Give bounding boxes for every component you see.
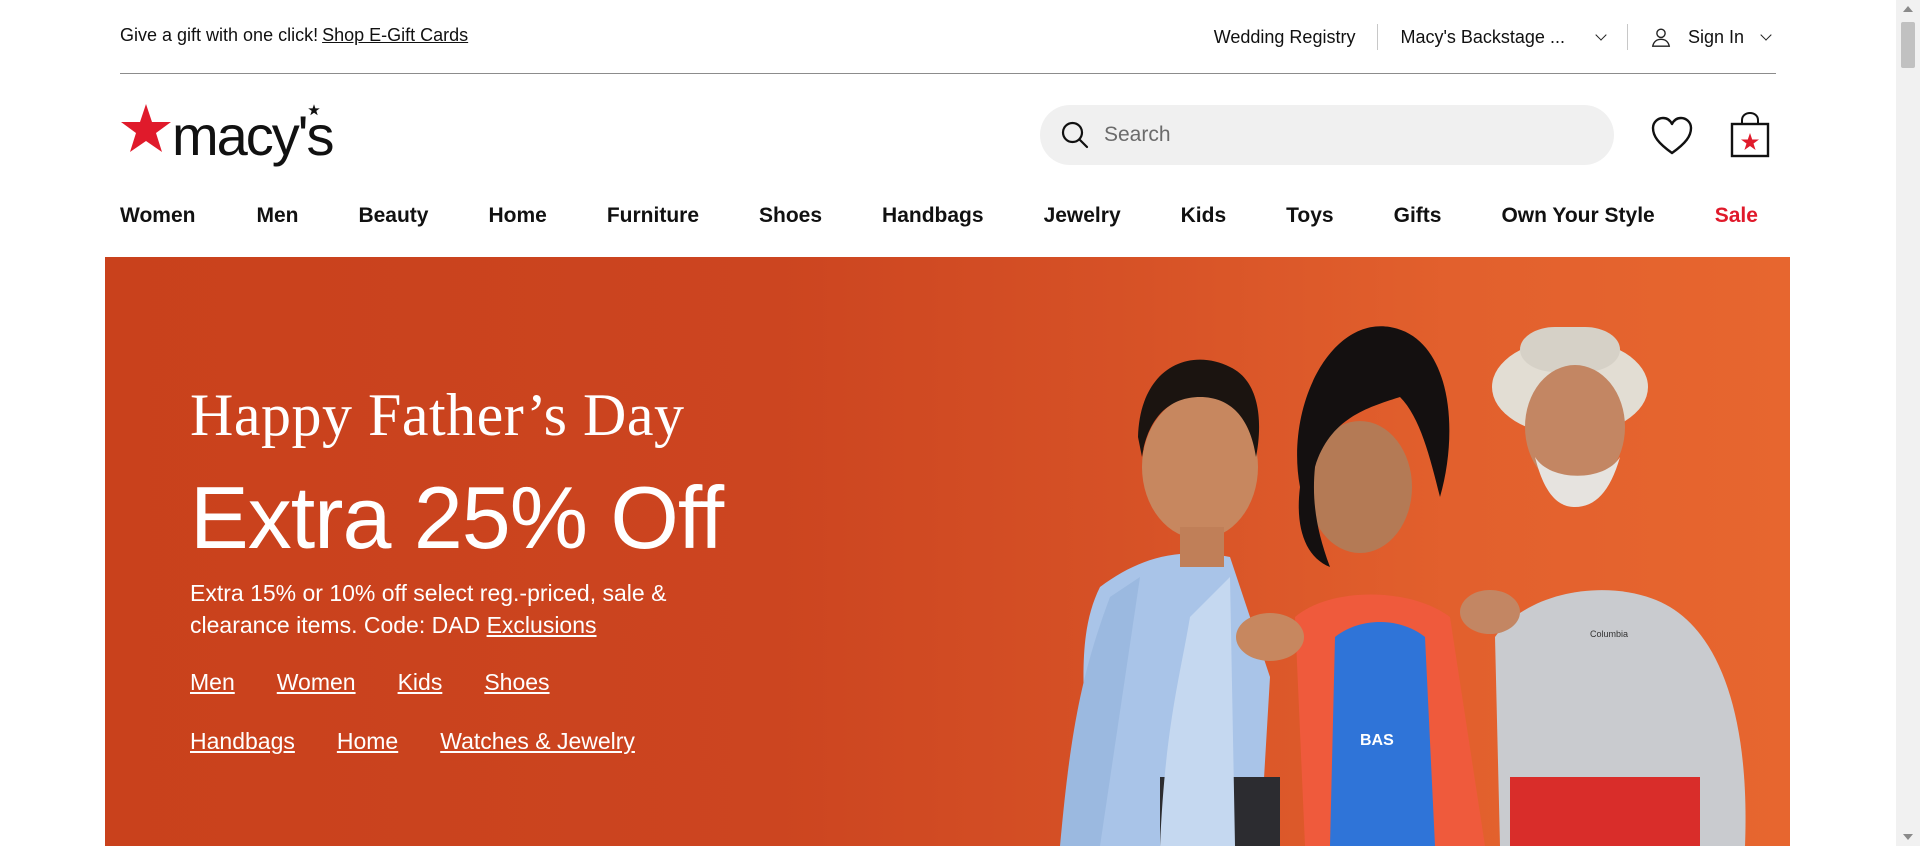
hero-links-row2: Handbags Home Watches & Jewelry <box>190 728 677 755</box>
nav-item-shoes[interactable]: Shoes <box>759 204 822 228</box>
search-icon[interactable] <box>1060 120 1090 150</box>
nav-item-handbags[interactable]: Handbags <box>882 204 984 228</box>
hero-photo-family: BAS Columbia <box>1060 326 1746 846</box>
utility-bar: Give a gift with one click! Shop E-Gift C… <box>120 0 1776 74</box>
nav-item-sale[interactable]: Sale <box>1715 204 1758 228</box>
divider <box>1626 24 1628 50</box>
nav-item-women[interactable]: Women <box>120 204 195 228</box>
wedding-registry-link[interactable]: Wedding Registry <box>1214 27 1356 48</box>
shop-egift-cards-link[interactable]: Shop E-Gift Cards <box>322 25 468 45</box>
backstage-dropdown[interactable]: Macy's Backstage ... <box>1400 26 1607 48</box>
shirt-print-text: BAS <box>1360 732 1394 749</box>
shopping-bag-icon[interactable] <box>1730 112 1770 158</box>
page-scrollbar[interactable] <box>1896 0 1920 846</box>
scroll-down-icon[interactable] <box>1903 834 1913 840</box>
hero-banner[interactable]: BAS Columbia Happy Father’s Day Extra 25… <box>105 257 1790 846</box>
chevron-down-icon <box>1760 28 1772 41</box>
nav-item-kids[interactable]: Kids <box>1181 204 1227 228</box>
hero-link-home[interactable]: Home <box>337 728 398 755</box>
hero-title: Happy Father’s Day <box>190 382 685 448</box>
nav-item-furniture[interactable]: Furniture <box>607 204 699 228</box>
chevron-down-icon <box>1595 28 1607 41</box>
sign-in-label: Sign In <box>1687 26 1744 47</box>
mini-star-icon <box>308 104 320 116</box>
nav-item-own-your-style[interactable]: Own Your Style <box>1501 204 1654 228</box>
hero-link-women[interactable]: Women <box>277 669 356 696</box>
search-input[interactable] <box>1104 123 1584 147</box>
sign-in-dropdown[interactable]: Sign In <box>1650 26 1776 48</box>
scrollbar-thumb[interactable] <box>1901 22 1915 68</box>
hero-link-watches-jewelry[interactable]: Watches & Jewelry <box>440 728 635 755</box>
main-navigation: Women Men Beauty Home Furniture Shoes Ha… <box>120 204 1758 228</box>
promo-message: Give a gift with one click! Shop E-Gift C… <box>120 25 468 46</box>
nav-item-beauty[interactable]: Beauty <box>358 204 428 228</box>
search-bar[interactable] <box>1040 105 1614 165</box>
nav-item-home[interactable]: Home <box>488 204 546 228</box>
hero-description: Extra 15% or 10% off select reg.-priced,… <box>190 577 750 641</box>
backstage-label: Macy's Backstage ... <box>1400 26 1565 47</box>
polo-logo-text: Columbia <box>1590 629 1628 639</box>
hero-headline: Extra 25% Off <box>190 468 724 567</box>
hero-links-row1: Men Women Kids Shoes <box>190 669 592 696</box>
exclusions-link[interactable]: Exclusions <box>487 612 597 638</box>
nav-item-men[interactable]: Men <box>256 204 298 228</box>
hero-link-kids[interactable]: Kids <box>398 669 443 696</box>
hero-link-handbags[interactable]: Handbags <box>190 728 295 755</box>
nav-item-toys[interactable]: Toys <box>1286 204 1333 228</box>
scroll-up-icon[interactable] <box>1903 6 1913 12</box>
hero-link-shoes[interactable]: Shoes <box>484 669 549 696</box>
divider <box>1377 24 1379 50</box>
user-icon <box>1651 28 1671 47</box>
utility-links: Wedding Registry Macy's Backstage ... Si… <box>1214 20 1776 54</box>
hero-link-men[interactable]: Men <box>190 669 235 696</box>
heart-icon[interactable] <box>1650 115 1694 157</box>
nav-item-gifts[interactable]: Gifts <box>1394 204 1442 228</box>
macys-logo[interactable]: macy's <box>120 104 334 166</box>
nav-item-jewelry[interactable]: Jewelry <box>1044 204 1121 228</box>
star-icon <box>121 104 171 152</box>
promo-text: Give a gift with one click! <box>120 25 319 45</box>
